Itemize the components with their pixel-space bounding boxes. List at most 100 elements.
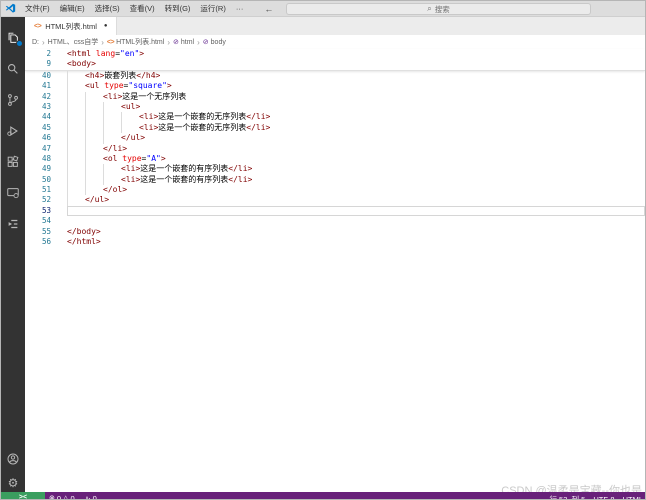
code-line[interactable]: 2<html lang="en">: [25, 49, 645, 59]
menu-item-4[interactable]: 转到(G): [160, 1, 196, 16]
source-control-icon[interactable]: [1, 84, 25, 115]
fold-gutter[interactable]: [51, 71, 67, 81]
line-number[interactable]: 48: [25, 154, 51, 164]
code-line[interactable]: 51</ol>: [25, 185, 645, 195]
fold-gutter[interactable]: [51, 59, 67, 69]
code-area[interactable]: 40<h4>嵌套列表</h4>41<ul type="square">42<li…: [25, 71, 645, 500]
fold-gutter[interactable]: [51, 49, 67, 59]
line-number[interactable]: 44: [25, 112, 51, 122]
fold-gutter[interactable]: [51, 123, 67, 133]
code-line[interactable]: 43<ul>: [25, 102, 645, 112]
line-number[interactable]: 56: [25, 237, 51, 247]
indent-guide: [121, 123, 139, 133]
remote-explorer-icon[interactable]: [1, 177, 25, 208]
indent-guide: [67, 164, 85, 174]
breadcrumb-item-2[interactable]: <>HTML列表.html: [107, 37, 164, 47]
status-item-1[interactable]: UTF-8: [589, 492, 618, 500]
line-number[interactable]: 51: [25, 185, 51, 195]
line-number[interactable]: 2: [25, 49, 51, 59]
code-text: <ol type="A">: [103, 154, 166, 164]
line-number[interactable]: 46: [25, 133, 51, 143]
fold-gutter[interactable]: [51, 227, 67, 237]
nav-back-button[interactable]: ←: [264, 4, 273, 14]
fold-gutter[interactable]: [51, 237, 67, 247]
code-line[interactable]: 54: [25, 216, 645, 226]
code-line[interactable]: 52</ul>: [25, 195, 645, 205]
indent-guide: [85, 164, 103, 174]
breadcrumb-item-3[interactable]: ⊘html: [173, 38, 194, 46]
indent-guide: [67, 144, 85, 154]
code-text: <li>这是一个嵌套的无序列表</li>: [139, 112, 270, 122]
search-sidebar-icon[interactable]: [1, 53, 25, 84]
status-item-0[interactable]: 行 53, 列 5: [545, 492, 589, 500]
fold-gutter[interactable]: [51, 216, 67, 226]
account-icon[interactable]: [1, 447, 25, 471]
fold-gutter[interactable]: [51, 206, 67, 216]
menu-item-6[interactable]: ···: [231, 1, 249, 16]
code-line[interactable]: 53: [25, 206, 645, 216]
code-line[interactable]: 56</html>: [25, 237, 645, 247]
code-line[interactable]: 55</body>: [25, 227, 645, 237]
line-number[interactable]: 40: [25, 71, 51, 81]
line-number[interactable]: 50: [25, 175, 51, 185]
breadcrumb-item-1[interactable]: HTML、css自学: [48, 37, 99, 47]
breadcrumb-item-0[interactable]: D:: [32, 39, 39, 46]
code-line[interactable]: 49<li>这是一个嵌套的有序列表</li>: [25, 164, 645, 174]
fold-gutter[interactable]: [51, 81, 67, 91]
code-line[interactable]: 41<ul type="square">: [25, 81, 645, 91]
indent-guide: [67, 112, 85, 122]
remote-indicator[interactable]: ><: [1, 492, 45, 500]
code-line[interactable]: 44 <li>这是一个嵌套的无序列表</li>: [25, 112, 645, 122]
html-file-icon: <>: [34, 23, 41, 30]
menu-item-1[interactable]: 编辑(E): [55, 1, 90, 16]
run-and-debug-icon[interactable]: [1, 115, 25, 146]
fold-gutter[interactable]: [51, 195, 67, 205]
live-server-icon[interactable]: [1, 208, 25, 239]
code-line[interactable]: 50<li>这是一个嵌套的有序列表</li>: [25, 175, 645, 185]
fold-gutter[interactable]: [51, 164, 67, 174]
line-number[interactable]: 45: [25, 123, 51, 133]
line-number[interactable]: 55: [25, 227, 51, 237]
line-number[interactable]: 9: [25, 59, 51, 69]
status-item-2[interactable]: HTML: [619, 492, 646, 500]
fold-gutter[interactable]: [51, 175, 67, 185]
line-number[interactable]: 52: [25, 195, 51, 205]
breadcrumb-item-4[interactable]: ⊘body: [203, 38, 226, 46]
fold-gutter[interactable]: [51, 154, 67, 164]
line-number[interactable]: 47: [25, 144, 51, 154]
code-line[interactable]: 9<body>: [25, 59, 645, 69]
ports-indicator[interactable]: 0: [79, 492, 101, 500]
code-line[interactable]: 47</li>: [25, 144, 645, 154]
menu-item-0[interactable]: 文件(F): [20, 1, 55, 16]
problems-indicator[interactable]: ⊗ 0 △ 0: [45, 492, 79, 500]
line-number[interactable]: 41: [25, 81, 51, 91]
fold-gutter[interactable]: [51, 102, 67, 112]
line-number[interactable]: 42: [25, 92, 51, 102]
vscode-logo-icon: [5, 3, 16, 14]
extensions-icon[interactable]: [1, 146, 25, 177]
fold-gutter[interactable]: [51, 144, 67, 154]
code-line[interactable]: 42<li>这是一个无序列表: [25, 92, 645, 102]
indent-guide: [103, 175, 121, 185]
line-number[interactable]: 54: [25, 216, 51, 226]
menu-bar: 文件(F)编辑(E)选择(S)查看(V)转到(G)运行(R)···: [20, 1, 248, 16]
code-line[interactable]: 45<li>这是一个嵌套的无序列表</li>: [25, 123, 645, 133]
code-line[interactable]: 48 <ol type="A">: [25, 154, 645, 164]
tab-html-file[interactable]: <> HTML列表.html ●: [25, 17, 117, 35]
line-number[interactable]: 49: [25, 164, 51, 174]
menu-item-2[interactable]: 选择(S): [90, 1, 125, 16]
fold-gutter[interactable]: [51, 133, 67, 143]
line-number[interactable]: 53: [25, 206, 51, 216]
menu-item-5[interactable]: 运行(R): [195, 1, 230, 16]
search-box[interactable]: ⌕ 搜索: [286, 3, 591, 15]
explorer-icon[interactable]: [1, 22, 25, 53]
code-line[interactable]: 46</ul>: [25, 133, 645, 143]
menu-item-3[interactable]: 查看(V): [125, 1, 160, 16]
line-number[interactable]: 43: [25, 102, 51, 112]
breadcrumb: D:›HTML、css自学›<>HTML列表.html›⊘html›⊘body: [25, 35, 645, 49]
fold-gutter[interactable]: [51, 92, 67, 102]
code-line[interactable]: 40<h4>嵌套列表</h4>: [25, 71, 645, 81]
fold-gutter[interactable]: [51, 185, 67, 195]
html-file-icon: <>: [107, 39, 114, 46]
fold-gutter[interactable]: [51, 112, 67, 122]
